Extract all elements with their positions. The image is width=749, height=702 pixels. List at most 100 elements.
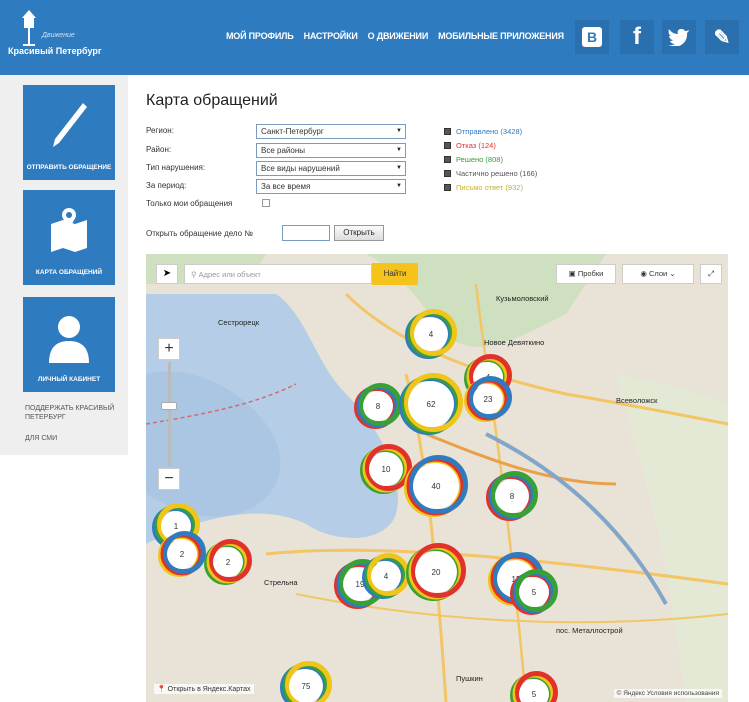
nav-settings[interactable]: НАСТРОЙКИ (304, 31, 358, 41)
map-search-placeholder: Адрес или объект (198, 270, 261, 279)
expand-icon: ⤢ (708, 269, 714, 278)
layers-label: Слои (649, 269, 668, 278)
legend-solved-label: Решено (808) (456, 154, 503, 164)
nav-mobile-apps[interactable]: МОБИЛЬНЫЕ ПРИЛОЖЕНИЯ (438, 31, 564, 41)
legend-answer[interactable]: Письмо ответ (932) (444, 180, 537, 194)
report-number-input[interactable] (282, 225, 330, 241)
user-icon (49, 316, 89, 363)
legend-refused-label: Отказ (124) (456, 140, 496, 150)
cluster-marker[interactable]: 4 (404, 307, 458, 361)
cluster-count: 4 (429, 330, 434, 339)
cluster-marker[interactable]: 23 (463, 374, 513, 424)
nav-about[interactable]: О ДВИЖЕНИИ (368, 31, 429, 41)
facebook-button[interactable]: f (620, 20, 654, 54)
vk-icon: B (582, 27, 602, 47)
cluster-marker[interactable]: 8 (485, 469, 539, 523)
zoom-in-button[interactable]: + (158, 338, 180, 360)
traffic-button[interactable]: ▣ Пробки (556, 264, 616, 284)
pencil-icon (53, 103, 87, 147)
support-link[interactable]: ПОДДЕРЖАТЬ КРАСИВЫЙ ПЕТЕРБУРГ (25, 404, 120, 422)
open-report-button[interactable]: Открыть (334, 225, 384, 241)
open-in-yandex-link[interactable]: 📍 Открыть в Яндекс.Картах (154, 684, 254, 694)
cluster-marker[interactable]: 20 (405, 541, 467, 603)
region-label: Регион: (146, 126, 174, 135)
place-label-novoe-devyatkino: Новое Девяткино (484, 338, 545, 347)
fullscreen-button[interactable]: ⤢ (700, 264, 722, 284)
legend-sent-label: Отправлено (3428) (456, 126, 523, 136)
cluster-count: 10 (382, 465, 391, 474)
cluster-count: 4 (384, 572, 389, 581)
map-search-input[interactable]: ⚲ Адрес или объект (184, 264, 372, 284)
vk-button[interactable]: B (575, 20, 609, 54)
report-map-label: КАРТА ОБРАЩЕНИЙ (35, 269, 103, 276)
checkbox[interactable] (444, 127, 451, 135)
locate-button[interactable]: ➤ (156, 264, 178, 284)
lantern-icon (22, 10, 36, 46)
checkbox[interactable] (444, 169, 451, 177)
cluster-marker[interactable]: 75 (279, 659, 333, 702)
legend-partial-label: Частично решено (166) (456, 168, 538, 178)
open-in-yandex-label: Открыть в Яндекс.Картах (167, 686, 251, 693)
map-pin-icon: 📍 (157, 686, 166, 693)
period-select[interactable]: За все время (256, 179, 406, 194)
cluster-marker[interactable]: 40 (403, 453, 469, 519)
only-mine-checkbox[interactable] (262, 199, 270, 207)
place-label-metallostroy: пос. Металлострой (556, 626, 623, 635)
place-label-strelna: Стрельна (264, 578, 298, 587)
app-root: Движение Красивый Петербург МОЙ ПРОФИЛЬ … (0, 0, 749, 702)
traffic-label: Пробки (577, 269, 604, 278)
cluster-count: 5 (532, 588, 537, 597)
zoom-slider[interactable] (168, 362, 171, 466)
open-report-label: Открыть обращение дело № (146, 229, 253, 238)
logo-subtitle: Движение (42, 32, 75, 39)
legend-sent[interactable]: Отправлено (3428) (444, 124, 537, 138)
checkbox[interactable] (444, 141, 451, 149)
pencil-icon: ✎ (713, 26, 731, 49)
nav-my-profile[interactable]: МОЙ ПРОФИЛЬ (226, 31, 294, 41)
checkbox[interactable] (444, 183, 451, 191)
legend-solved[interactable]: Решено (808) (444, 152, 537, 166)
logo[interactable]: Движение Красивый Петербург (8, 8, 118, 66)
personal-cabinet-card[interactable]: ЛИЧНЫЙ КАБИНЕТ (23, 297, 115, 392)
period-label: За период: (146, 181, 187, 190)
cluster-count: 2 (226, 558, 231, 567)
cluster-count: 20 (432, 568, 441, 577)
report-map-card[interactable]: КАРТА ОБРАЩЕНИЙ (23, 190, 115, 285)
cluster-count: 5 (532, 690, 537, 699)
map-find-button[interactable]: Найти (372, 263, 418, 285)
checkbox[interactable] (444, 155, 451, 163)
cluster-count: 8 (376, 402, 381, 411)
place-label-sestroretsk: Сестрорецк (218, 318, 260, 327)
legend-refused[interactable]: Отказ (124) (444, 138, 537, 152)
zoom-slider-thumb[interactable] (161, 402, 177, 410)
feedback-button[interactable]: ✎ (705, 20, 739, 54)
cluster-marker[interactable]: 2 (157, 529, 207, 579)
cluster-marker[interactable]: 62 (398, 371, 464, 437)
map-view[interactable]: ➤ ⚲ Адрес или объект Найти ▣ Пробки ◉ Сл… (146, 254, 728, 702)
map-copyright: © Яндекс Условия использования (613, 689, 722, 698)
personal-cabinet-label: ЛИЧНЫЙ КАБИНЕТ (37, 376, 101, 383)
press-link[interactable]: ДЛЯ СМИ (25, 434, 57, 443)
legend-partial[interactable]: Частично решено (166) (444, 166, 537, 180)
search-icon: ⚲ (191, 270, 199, 279)
zoom-out-button[interactable]: − (158, 468, 180, 490)
layers-icon: ◉ (640, 269, 649, 278)
cluster-marker[interactable]: 5 (509, 567, 559, 617)
send-report-card[interactable]: ОТПРАВИТЬ ОБРАЩЕНИЕ (23, 85, 115, 180)
violation-type-label: Тип нарушения: (146, 163, 206, 172)
cluster-marker[interactable]: 8 (353, 381, 403, 431)
violation-type-select[interactable]: Все виды нарушений (256, 161, 406, 176)
cluster-count: 23 (484, 395, 493, 404)
district-select[interactable]: Все районы (256, 143, 406, 158)
cluster-marker[interactable]: 5 (509, 669, 559, 702)
region-select[interactable]: Санкт-Петербург (256, 124, 406, 139)
layers-button[interactable]: ◉ Слои ⌄ (622, 264, 694, 284)
cluster-count: 62 (427, 400, 436, 409)
cluster-marker[interactable]: 4 (361, 551, 411, 601)
twitter-button[interactable] (662, 20, 696, 54)
legend-answer-label: Письмо ответ (932) (456, 182, 523, 192)
status-legend: Отправлено (3428) Отказ (124) Решено (80… (444, 124, 537, 194)
cluster-count: 75 (302, 682, 311, 691)
navigation-arrow-icon: ➤ (162, 268, 172, 279)
cluster-marker[interactable]: 2 (203, 537, 253, 587)
